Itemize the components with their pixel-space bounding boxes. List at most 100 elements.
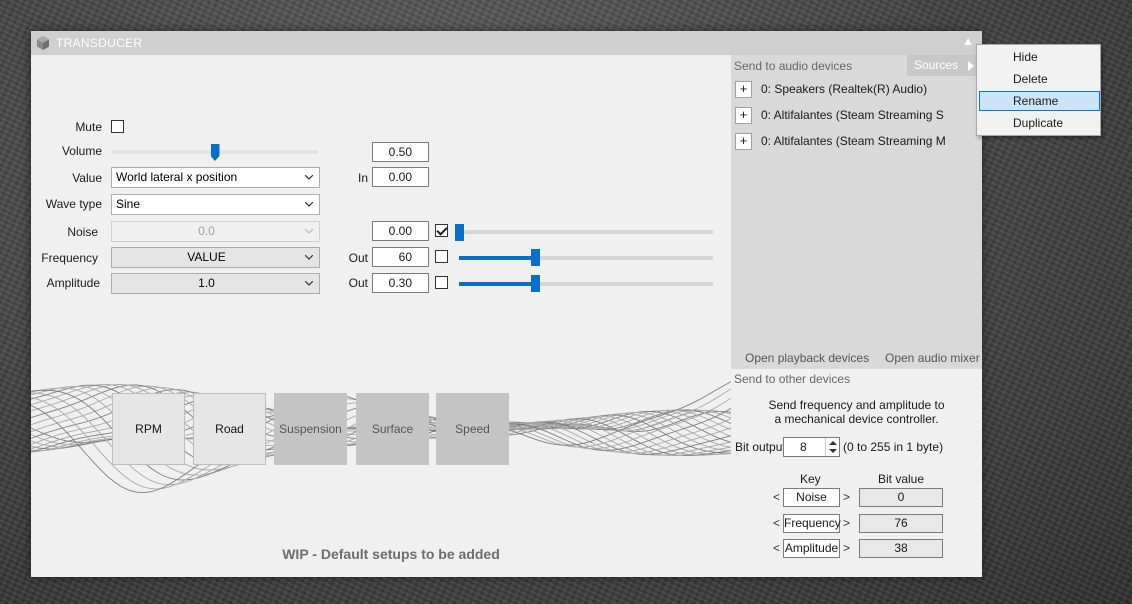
noise-value-field[interactable]: 0.00	[372, 221, 429, 241]
frequency-out-label: Out	[348, 251, 368, 265]
triangle-up-icon[interactable]: ▲	[962, 34, 974, 48]
chevron-down-icon	[305, 202, 313, 207]
frequency-checkbox[interactable]	[435, 250, 448, 263]
bit-value-field: 76	[859, 514, 943, 533]
volume-value-field[interactable]: 0.50	[372, 142, 429, 162]
previous-key-button[interactable]: <	[773, 516, 780, 530]
context-menu: Hide Delete Rename Duplicate	[976, 44, 1101, 136]
window-title: TRANSDUCER	[56, 36, 143, 50]
amplitude-label: Amplitude	[46, 276, 100, 290]
noise-label: Noise	[67, 225, 98, 239]
menu-item-hide[interactable]: Hide	[979, 47, 1100, 67]
frequency-dropdown[interactable]: VALUE	[111, 247, 320, 268]
frequency-slider-track[interactable]	[459, 256, 713, 260]
audio-device-label: 0: Altifalantes (Steam Streaming M	[761, 134, 946, 148]
mute-checkbox[interactable]	[111, 120, 124, 133]
key-column-header: Key	[800, 472, 821, 486]
amplitude-slider-track[interactable]	[459, 282, 713, 286]
wave-type-dropdown[interactable]: Sine	[111, 194, 320, 215]
bit-value-column-header: Bit value	[878, 472, 925, 486]
chevron-down-icon	[305, 281, 313, 286]
spinner-buttons[interactable]	[825, 438, 839, 456]
wip-notice: WIP - Default setups to be added	[282, 546, 500, 562]
previous-key-button[interactable]: <	[773, 541, 780, 555]
frequency-out-field[interactable]: 60	[372, 247, 429, 267]
chevron-down-icon	[305, 255, 313, 260]
amplitude-dropdown[interactable]: 1.0	[111, 273, 320, 294]
frequency-label: Frequency	[41, 251, 98, 265]
key-field[interactable]: Noise	[783, 488, 840, 507]
key-field[interactable]: Amplitude	[783, 539, 840, 558]
value-dropdown-text: World lateral x position	[116, 170, 238, 184]
amplitude-dropdown-text: 1.0	[198, 276, 215, 290]
main-controls-panel: Mute Volume 0.50 Value World lateral x p…	[31, 55, 731, 577]
bit-value-field: 38	[859, 539, 943, 558]
in-value-field[interactable]: 0.00	[372, 167, 429, 187]
next-key-button[interactable]: >	[843, 516, 850, 530]
in-label: In	[357, 171, 368, 185]
menu-item-delete[interactable]: Delete	[979, 69, 1100, 89]
next-key-button[interactable]: >	[843, 541, 850, 555]
bit-output-label: Bit output	[735, 440, 786, 454]
amplitude-out-label: Out	[348, 276, 368, 290]
key-row: < Amplitude > 38	[731, 539, 982, 559]
chevron-down-icon	[305, 229, 313, 234]
spinner-down-icon[interactable]	[829, 449, 837, 453]
preset-surface-button[interactable]: Surface	[356, 393, 429, 465]
wave-type-dropdown-text: Sine	[116, 197, 141, 211]
noise-slider-track[interactable]	[459, 230, 713, 234]
frequency-slider-thumb[interactable]	[531, 249, 541, 266]
noise-dropdown-text: 0.0	[198, 224, 215, 238]
bit-value-field: 0	[859, 488, 943, 507]
description-line-1: Send frequency and amplitude to	[768, 398, 945, 412]
preset-suspension-button[interactable]: Suspension	[274, 393, 347, 465]
chevron-down-icon	[305, 175, 313, 180]
next-key-button[interactable]: >	[843, 490, 850, 504]
key-field[interactable]: Frequency	[783, 514, 841, 533]
description-line-2: a mechanical device controller.	[774, 412, 939, 426]
preset-rpm-button[interactable]: RPM	[112, 393, 185, 465]
volume-label: Volume	[61, 144, 102, 158]
open-audio-mixer-button[interactable]: Open audio mixer	[885, 351, 980, 365]
spinner-up-icon[interactable]	[829, 441, 837, 445]
other-devices-header: Send to other devices	[734, 372, 851, 386]
open-playback-devices-button[interactable]: Open playback devices	[745, 351, 869, 365]
title-bar[interactable]: TRANSDUCER ▲	[31, 31, 982, 55]
add-device-button[interactable]: +	[735, 81, 752, 98]
mute-label: Mute	[75, 120, 102, 134]
noise-dropdown[interactable]: 0.0	[111, 221, 320, 242]
menu-item-rename[interactable]: Rename	[979, 91, 1100, 111]
sources-tab[interactable]: Sources	[907, 55, 982, 76]
wave-type-label: Wave type	[45, 197, 102, 211]
preset-road-button[interactable]: Road	[193, 393, 266, 465]
amplitude-out-field[interactable]: 0.30	[372, 273, 429, 293]
frequency-dropdown-text: VALUE	[187, 250, 226, 264]
devices-panel: Send to audio devices Sources + 0: Speak…	[731, 55, 982, 577]
triangle-right-icon	[968, 61, 974, 71]
preset-speed-button[interactable]: Speed	[436, 393, 509, 465]
add-device-button[interactable]: +	[735, 133, 752, 150]
bit-range-note: (0 to 255 in 1 byte)	[843, 440, 944, 454]
bit-output-spinner[interactable]: 8	[783, 437, 840, 457]
amplitude-slider-thumb[interactable]	[531, 275, 541, 292]
other-devices-panel: Send to other devices Send frequency and…	[731, 369, 982, 577]
add-device-button[interactable]: +	[735, 107, 752, 124]
audio-device-label: 0: Altifalantes (Steam Streaming S	[761, 108, 944, 122]
key-row: < Frequency > 76	[731, 514, 982, 534]
volume-slider-thumb[interactable]	[210, 144, 220, 161]
key-row: < Noise > 0	[731, 488, 982, 508]
noise-checkbox[interactable]	[435, 224, 448, 237]
cube-icon	[37, 36, 49, 50]
transducer-window: TRANSDUCER ▲ Mute Volume 0.50 Value Worl…	[31, 31, 982, 577]
audio-device-label: 0: Speakers (Realtek(R) Audio)	[761, 82, 928, 96]
previous-key-button[interactable]: <	[773, 490, 780, 504]
value-dropdown[interactable]: World lateral x position	[111, 167, 320, 188]
amplitude-checkbox[interactable]	[435, 276, 448, 289]
noise-slider-thumb[interactable]	[455, 224, 464, 241]
menu-item-duplicate[interactable]: Duplicate	[979, 113, 1100, 133]
audio-devices-header: Send to audio devices	[734, 59, 853, 73]
sources-tab-label: Sources	[914, 58, 959, 72]
value-label: Value	[72, 171, 102, 185]
bit-output-value: 8	[800, 440, 807, 454]
other-devices-description: Send frequency and amplitude to a mechan…	[731, 398, 982, 426]
